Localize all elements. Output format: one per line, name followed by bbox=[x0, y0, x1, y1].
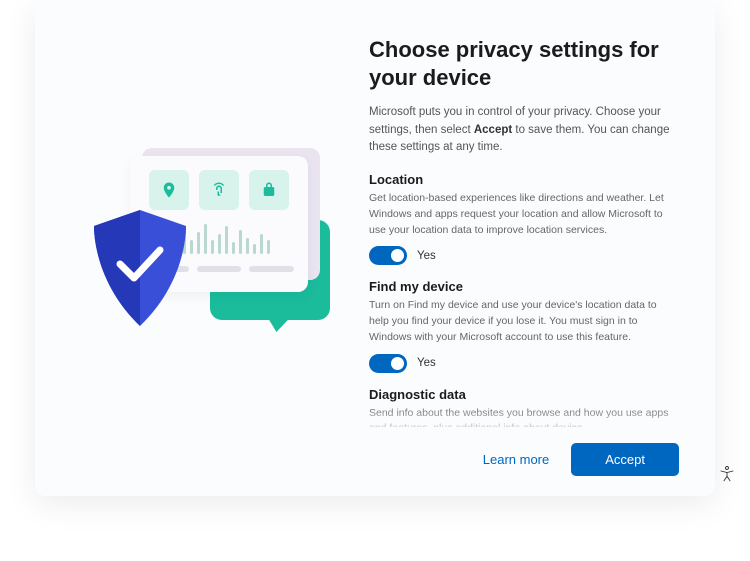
privacy-settings-dialog: Choose privacy settings for your device … bbox=[35, 0, 715, 496]
setting-title: Find my device bbox=[369, 279, 679, 294]
location-pin-icon bbox=[149, 170, 189, 210]
dialog-footer: Learn more Accept bbox=[35, 427, 715, 496]
setting-description: Send info about the websites you browse … bbox=[369, 406, 679, 427]
lock-icon bbox=[249, 170, 289, 210]
chat-bubble-tail bbox=[262, 314, 293, 332]
shield-check-icon bbox=[90, 210, 190, 331]
setting-description: Turn on Find my device and use your devi… bbox=[369, 298, 679, 345]
setting-location: Location Get location-based experiences … bbox=[369, 172, 679, 265]
accept-button[interactable]: Accept bbox=[571, 443, 679, 476]
content-row: Choose privacy settings for your device … bbox=[35, 0, 715, 427]
subtitle-strong: Accept bbox=[474, 124, 512, 136]
location-toggle[interactable] bbox=[369, 246, 407, 265]
page-title: Choose privacy settings for your device bbox=[369, 36, 679, 92]
settings-scroll-area[interactable]: Location Get location-based experiences … bbox=[369, 172, 679, 427]
setting-diagnostic-data: Diagnostic data Send info about the webs… bbox=[369, 387, 679, 427]
fingerprint-icon bbox=[199, 170, 239, 210]
setting-title: Location bbox=[369, 172, 679, 187]
toggle-label: Yes bbox=[417, 357, 436, 369]
illustration bbox=[71, 66, 341, 427]
setting-find-my-device: Find my device Turn on Find my device an… bbox=[369, 279, 679, 372]
setting-description: Get location-based experiences like dire… bbox=[369, 191, 679, 238]
toggle-label: Yes bbox=[417, 250, 436, 262]
text-column: Choose privacy settings for your device … bbox=[369, 36, 679, 427]
find-my-device-toggle[interactable] bbox=[369, 354, 407, 373]
page-subtitle: Microsoft puts you in control of your pr… bbox=[369, 104, 679, 156]
setting-title: Diagnostic data bbox=[369, 387, 679, 402]
accessibility-icon[interactable] bbox=[718, 465, 736, 488]
learn-more-button[interactable]: Learn more bbox=[483, 452, 549, 467]
